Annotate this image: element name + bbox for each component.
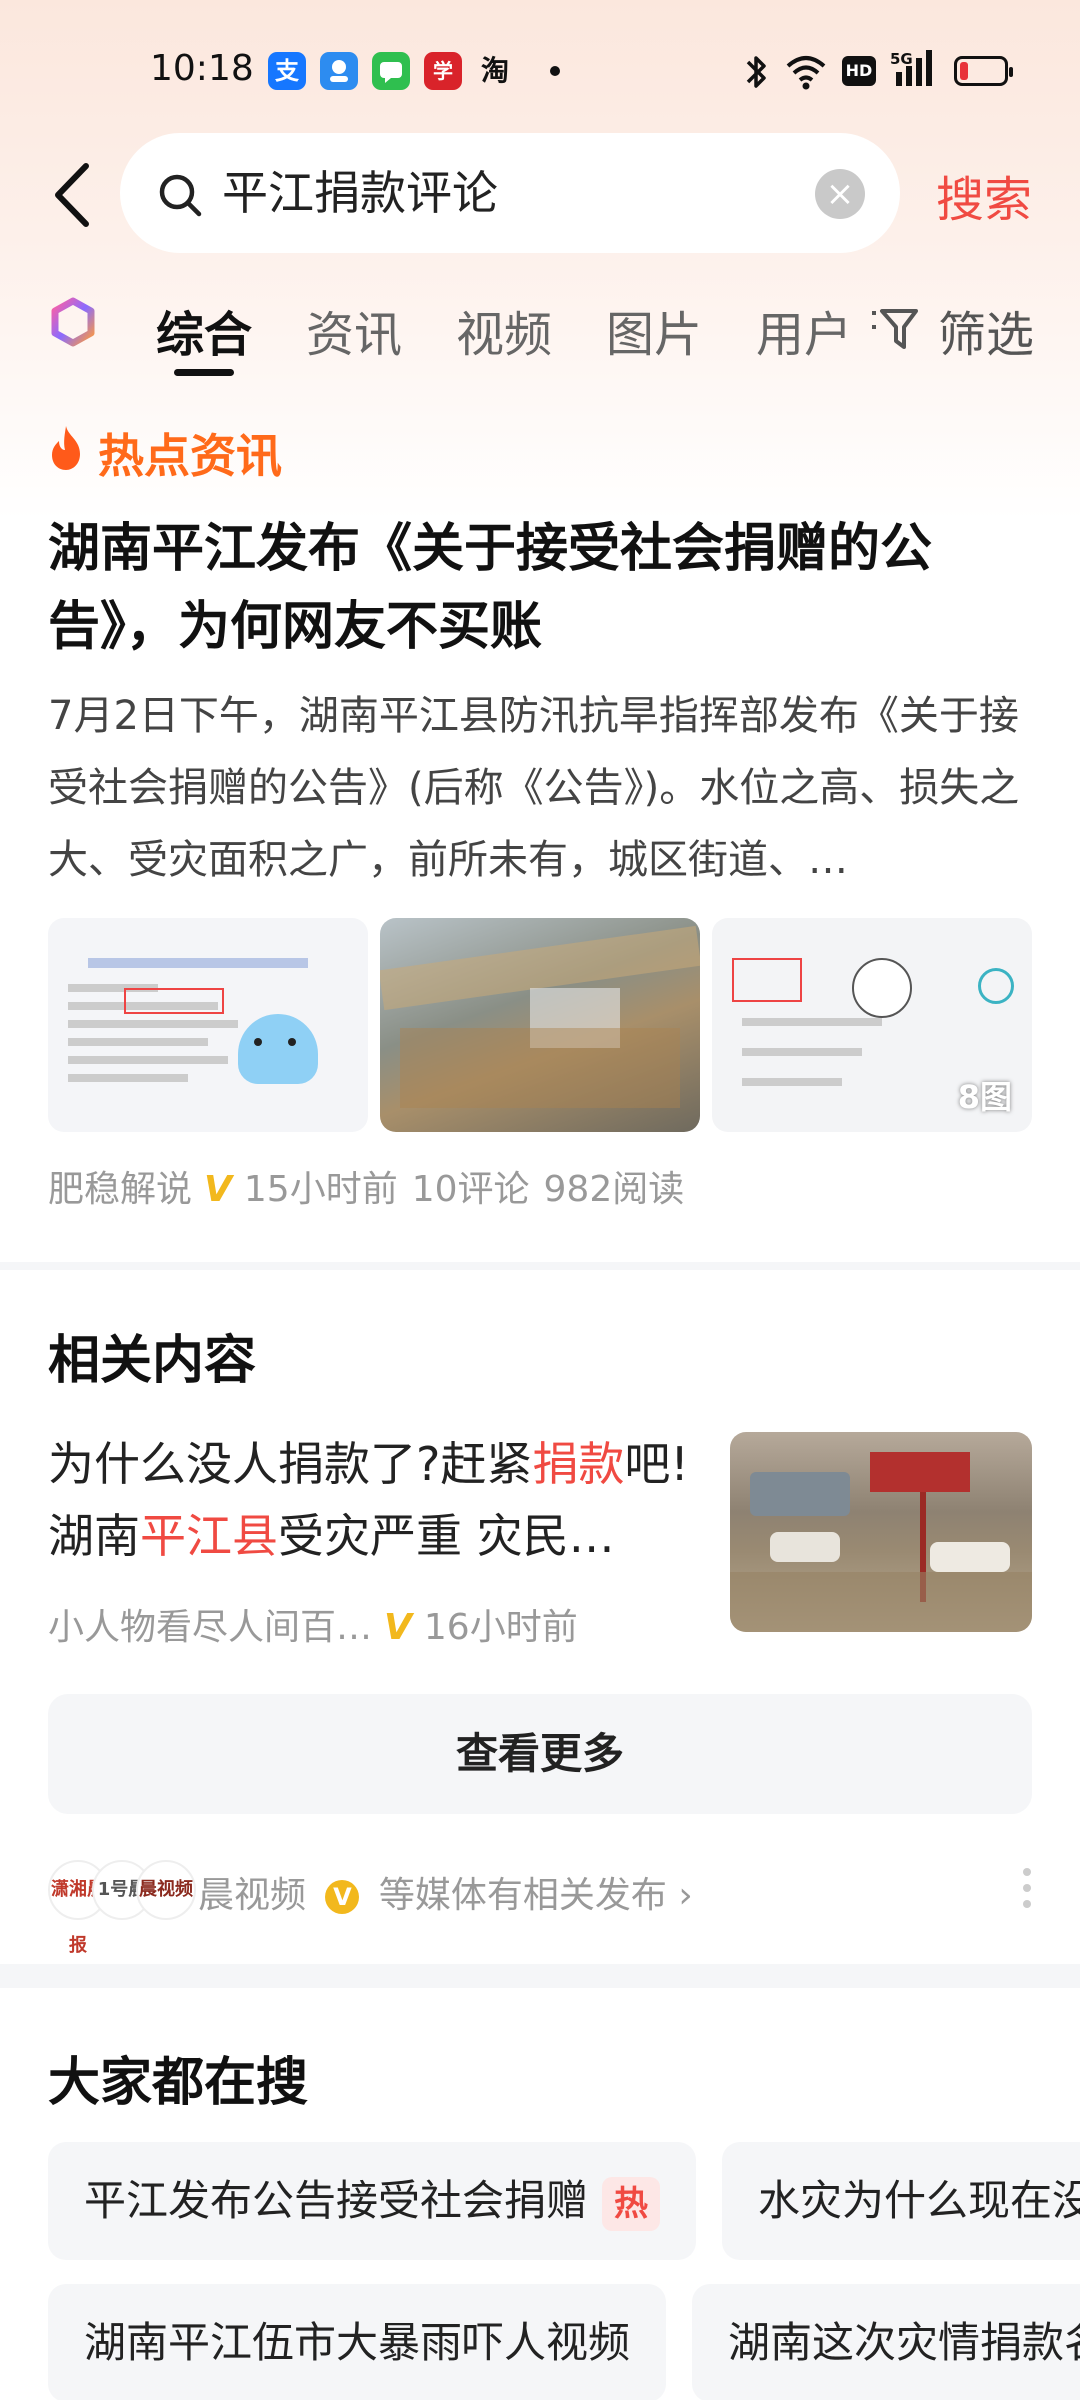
verified-icon: V (325, 1880, 360, 1914)
more-options-icon[interactable] (1022, 1866, 1032, 1910)
media-name: 晨视频 (198, 1875, 307, 1916)
message-icon (372, 52, 410, 90)
trending-chip-label: 湖南平江伍市大暴雨吓人视频 (84, 2318, 631, 2367)
back-button[interactable] (48, 160, 98, 230)
flame-icon (52, 426, 80, 470)
app-notification-icon (320, 52, 358, 90)
article-image-flood-aerial[interactable] (380, 918, 700, 1132)
article-title[interactable]: 湖南平江发布《关于接受社会捐赠的公告》，为何网友不买账 (48, 510, 1038, 666)
article-meta: 肥稳解说 V 15小时前 10评论 982阅读 (48, 1160, 684, 1212)
trending-chip-label: 平江发布公告接受社会捐赠 (84, 2176, 589, 2225)
media-source-text: 晨视频 V 等媒体有相关发布 › (198, 1866, 693, 1918)
verified-icon: V (384, 1607, 412, 1648)
tab-comprehensive[interactable]: 综合 (156, 295, 252, 365)
tab-news[interactable]: 资讯 (306, 295, 402, 365)
status-time: 10:18 (150, 48, 254, 89)
search-icon (159, 174, 202, 217)
trending-chip[interactable]: 水灾为什么现在没 (722, 2142, 1080, 2260)
chevron-left-icon (55, 163, 89, 227)
trending-chip-label: 湖南这次灾情捐款名 (728, 2318, 1080, 2367)
trending-chip[interactable]: 平江发布公告接受社会捐赠热 (48, 2142, 696, 2260)
related-item-title[interactable]: 为什么没人捐款了?赶紧捐款吧! 湖南平江县受灾严重 灾民… (48, 1428, 708, 1572)
article-image-comments[interactable]: 8图 (712, 918, 1032, 1132)
filter-icon (872, 309, 918, 349)
media-suffix: 等媒体有相关发布 › (378, 1875, 693, 1916)
tab-users[interactable]: 用户 (756, 295, 852, 365)
search-query: 平江捐款评论 (222, 166, 498, 220)
search-button[interactable]: 搜索 (936, 160, 1032, 230)
search-input[interactable]: 平江捐款评论 × (120, 133, 900, 253)
tab-images[interactable]: 图片 (606, 295, 702, 365)
trending-chip[interactable]: 湖南平江伍市大暴雨吓人视频 (48, 2284, 666, 2400)
xuexi-icon: 学 (424, 52, 462, 90)
trending-section-title: 大家都在搜 (48, 2053, 309, 2113)
tab-video[interactable]: 视频 (456, 295, 552, 365)
active-tab-indicator (174, 369, 234, 376)
view-more-button[interactable]: 查看更多 (48, 1694, 1032, 1814)
divider (0, 1262, 1080, 1270)
alipay-icon: 支 (268, 52, 306, 90)
related-title-highlight: 捐款 (532, 1437, 625, 1491)
article-images[interactable]: 8图 (48, 918, 1032, 1132)
trending-chip[interactable]: 湖南这次灾情捐款名 (692, 2284, 1080, 2400)
hd-icon: HD (842, 56, 876, 86)
media-logo-chen: 晨视频 (136, 1860, 196, 1920)
trending-chip-label: 水灾为什么现在没 (758, 2176, 1080, 2225)
article-summary[interactable]: 7月2日下午，湖南平江县防汛抗旱指挥部发布《关于接受社会捐赠的公告》(后称《公告… (48, 680, 1038, 890)
article-reads: 982阅读 (543, 1169, 685, 1210)
ai-assistant-icon[interactable] (48, 297, 98, 347)
filter-button[interactable]: 筛选 (868, 295, 1058, 365)
section-divider (0, 1964, 1080, 1988)
related-section-title: 相关内容 (48, 1331, 257, 1391)
article-author[interactable]: 肥稳解说 (48, 1169, 192, 1210)
image-count: 8图 (957, 1078, 1012, 1116)
article-comments: 10评论 (411, 1169, 530, 1210)
related-time: 16小时前 (423, 1607, 578, 1648)
related-title-part: 受灾严重 灾民… (278, 1509, 615, 1563)
related-author[interactable]: 小人物看尽人间百… (48, 1607, 372, 1648)
status-bar: 10:18 支 学 淘 HD 5G (0, 0, 1080, 140)
related-item-meta: 小人物看尽人间百… V 16小时前 (48, 1598, 578, 1650)
related-item-image[interactable] (730, 1432, 1032, 1632)
taobao-icon: 淘 (480, 54, 509, 87)
article-image-announcement[interactable] (48, 918, 368, 1132)
filter-label: 筛选 (938, 307, 1035, 363)
related-title-highlight: 平江县 (140, 1509, 278, 1563)
clear-search-button[interactable]: × (815, 169, 865, 219)
battery-icon (954, 56, 1013, 86)
media-source-row[interactable]: 潇湘晨报 1号晨 晨视频 晨视频 V 等媒体有相关发布 › (48, 1860, 1032, 1956)
hot-tag: 热 (602, 2176, 661, 2231)
signal-icon: 5G (890, 50, 940, 90)
hot-news-label: 热点资讯 (98, 429, 282, 483)
verified-icon: V (204, 1169, 232, 1210)
result-tabs: 综合 资讯 视频 图片 用户 筛选 (0, 285, 1080, 395)
related-title-part: 为什么没人捐款了?赶紧 (48, 1437, 533, 1491)
notification-dot (550, 66, 560, 76)
close-icon: × (825, 174, 855, 214)
bluetooth-icon (746, 56, 766, 88)
wifi-icon (786, 56, 826, 90)
article-time: 15小时前 (243, 1169, 398, 1210)
